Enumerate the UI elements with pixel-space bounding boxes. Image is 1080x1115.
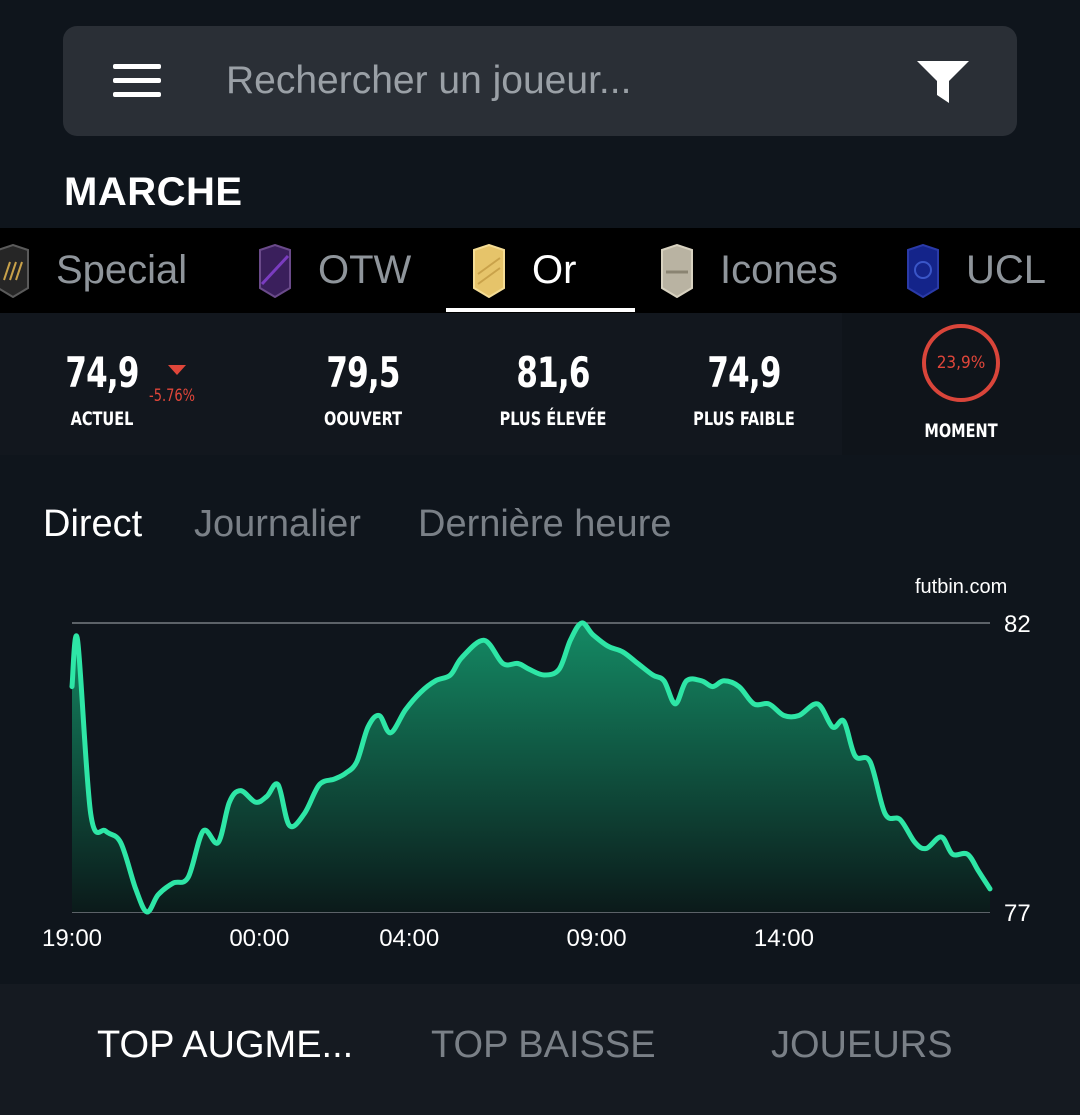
moment-ring: 23,9% xyxy=(922,324,1000,402)
x-tick-label: 19:00 xyxy=(42,925,102,952)
price-chart: 82 77 19:00 00:00 04:00 09:00 14:00 xyxy=(42,611,1031,952)
funnel-filter-icon[interactable] xyxy=(915,59,971,105)
y-tick-label: 77 xyxy=(1004,900,1031,927)
tab-top-losers[interactable]: TOP BAISSE xyxy=(431,1024,656,1067)
tab-label: UCL xyxy=(966,248,1047,292)
tab-label: Special xyxy=(56,248,188,292)
section-title: MARCHE xyxy=(64,170,243,214)
period-tab-direct[interactable]: Direct xyxy=(43,503,142,546)
stat-current: 74,9 ACTUEL xyxy=(44,313,160,431)
tab-label: Icones xyxy=(720,248,838,292)
watermark: futbin.com xyxy=(915,576,1008,598)
x-tick-label: 14:00 xyxy=(754,925,814,952)
hamburger-menu-icon[interactable] xyxy=(113,64,161,98)
tab-ucl[interactable]: UCL xyxy=(904,228,1046,313)
tab-or[interactable]: Or xyxy=(470,228,576,313)
x-tick-label: 09:00 xyxy=(567,925,627,952)
ucl-card-icon xyxy=(907,243,939,298)
stat-value: 79,5 xyxy=(326,348,400,397)
moment-value: 23,9% xyxy=(936,353,986,373)
period-tab-last-hour[interactable]: Dernière heure xyxy=(418,503,671,546)
stat-label: PLUS FAIBLE xyxy=(693,408,795,430)
tab-otw[interactable]: OTW xyxy=(256,228,411,313)
stat-high: 81,6 PLUS ÉLEVÉE xyxy=(478,313,628,431)
x-tick-label: 00:00 xyxy=(229,925,289,952)
moment-panel: 23,9% MOMENT xyxy=(842,313,1080,455)
moment-label: MOMENT xyxy=(924,420,998,442)
tab-label: Or xyxy=(532,248,577,292)
gold-card-icon xyxy=(473,243,505,298)
active-tab-indicator xyxy=(446,308,635,312)
price-area xyxy=(72,622,990,913)
search-bar xyxy=(63,26,1017,136)
tab-label: OTW xyxy=(318,248,412,292)
special-card-icon xyxy=(0,243,29,298)
bottom-tabs: TOP AUGME... TOP BAISSE JOUEURS xyxy=(0,984,1080,1115)
otw-card-icon xyxy=(259,243,291,298)
tab-players[interactable]: JOUEURS xyxy=(771,1024,953,1067)
stat-low: 74,9 PLUS FAIBLE xyxy=(669,313,819,431)
tab-top-gainers[interactable]: TOP AUGME... xyxy=(97,1024,353,1067)
stat-open: 79,5 OOUVERT xyxy=(303,313,423,431)
x-tick-label: 04:00 xyxy=(379,925,439,952)
y-tick-label: 82 xyxy=(1004,611,1031,638)
tab-icones[interactable]: Icones xyxy=(658,228,838,313)
stat-change: -5.76% xyxy=(149,386,195,406)
stat-label: ACTUEL xyxy=(70,408,134,430)
search-input[interactable] xyxy=(226,51,866,111)
stat-label: PLUS ÉLEVÉE xyxy=(499,408,607,430)
stat-label: OOUVERT xyxy=(323,408,403,430)
icon-card-icon xyxy=(661,243,693,298)
period-tab-daily[interactable]: Journalier xyxy=(194,503,361,546)
down-arrow-icon xyxy=(168,365,186,375)
stat-value: 74,9 xyxy=(65,348,139,397)
card-type-tabs: Special OTW Or Icones UCL xyxy=(0,228,1080,313)
tab-special[interactable]: Special xyxy=(0,228,187,313)
stat-value: 74,9 xyxy=(707,348,781,397)
market-stats: 74,9 ACTUEL -5.76% 79,5 OOUVERT 81,6 PLU… xyxy=(0,313,1080,455)
stat-value: 81,6 xyxy=(516,348,590,397)
